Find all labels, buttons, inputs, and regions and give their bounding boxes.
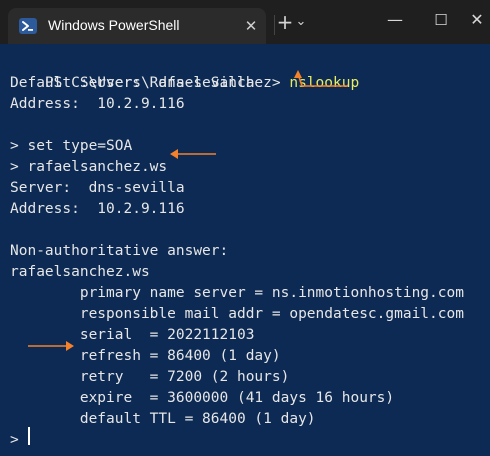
output-line: > set type=SOA [10,138,133,154]
tab-title: Windows PowerShell [48,17,180,33]
minimize-button[interactable]: — [372,0,418,40]
terminal-output[interactable]: PS C:\Users\Rafael Sanchez> nslookup Def… [0,44,490,456]
text-cursor [28,427,30,445]
output-line: > rafaelsanchez.ws [10,159,168,175]
output-line: Address: 10.2.9.116 [10,96,185,112]
tab-powershell[interactable]: Windows PowerShell ✕ [8,8,266,44]
powershell-icon [19,18,37,34]
output-line: primary name server = ns.inmotionhosting… [10,285,464,301]
arrow-up-annotation-icon [294,70,348,87]
output-line: Non-authoritative answer: [10,243,229,259]
output-line: expire = 3600000 (41 days 16 hours) [10,390,395,406]
output-line: default TTL = 86400 (1 day) [10,411,316,427]
separator [274,15,275,35]
output-line: Default Server: dns-sevilla [10,75,255,91]
maximize-button[interactable]: ☐ [418,0,464,40]
output-line: responsible mail addr = opendatesc.gmail… [10,306,464,322]
arrow-left-annotation-icon [170,149,216,159]
current-prompt: > [10,432,19,448]
output-line: Server: dns-sevilla [10,180,185,196]
tab-close-icon[interactable]: ✕ [240,15,262,37]
arrow-right-annotation-icon [28,341,74,351]
close-button[interactable]: ✕ [464,0,490,40]
output-line: rafaelsanchez.ws [10,264,150,280]
dropdown-icon[interactable]: ⌄ [286,8,316,36]
output-line: retry = 7200 (2 hours) [10,369,290,385]
title-bar: Windows PowerShell ✕ + ⌄ — ☐ ✕ [0,0,490,45]
output-line: Address: 10.2.9.116 [10,201,185,217]
